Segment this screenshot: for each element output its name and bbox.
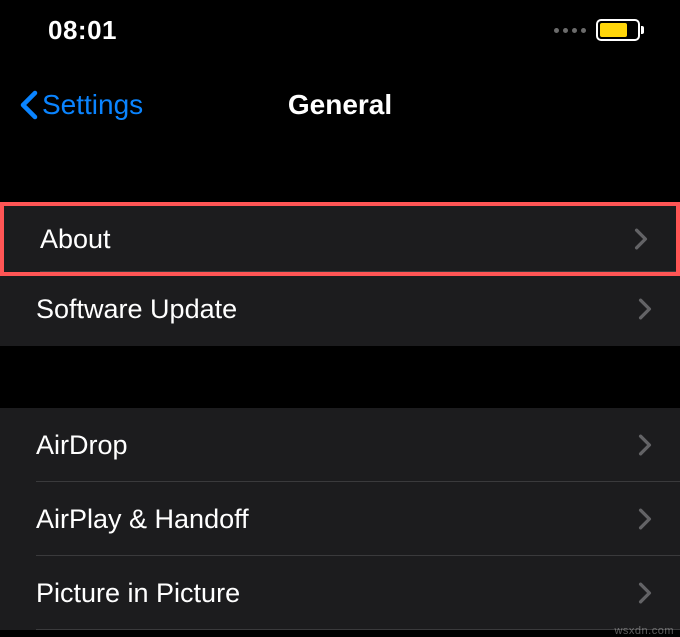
status-right xyxy=(554,19,640,41)
list-group-1: About Software Update xyxy=(0,202,680,346)
watermark: wsxdn.com xyxy=(614,625,674,637)
list-item-airdrop[interactable]: AirDrop xyxy=(0,408,680,482)
list-item-label: Picture in Picture xyxy=(36,578,240,609)
list-item-label: About xyxy=(40,224,111,255)
chevron-right-icon xyxy=(638,434,652,456)
status-time: 08:01 xyxy=(48,15,117,46)
list-item-airplay-handoff[interactable]: AirPlay & Handoff xyxy=(0,482,680,556)
list-item-about[interactable]: About xyxy=(0,202,680,276)
nav-bar: Settings General xyxy=(0,60,680,150)
chevron-right-icon xyxy=(638,298,652,320)
chevron-right-icon xyxy=(638,508,652,530)
signal-dots xyxy=(554,28,586,33)
section-spacer xyxy=(0,346,680,408)
list-item-label: AirDrop xyxy=(36,430,128,461)
back-button[interactable]: Settings xyxy=(20,89,143,121)
list-item-label: Software Update xyxy=(36,294,237,325)
back-label: Settings xyxy=(42,89,143,121)
battery-icon xyxy=(596,19,640,41)
section-spacer xyxy=(0,150,680,206)
list-item-software-update[interactable]: Software Update xyxy=(0,272,680,346)
page-title: General xyxy=(288,89,392,121)
chevron-left-icon xyxy=(20,90,38,120)
list-item-picture-in-picture[interactable]: Picture in Picture xyxy=(0,556,680,630)
chevron-right-icon xyxy=(634,228,648,250)
status-bar: 08:01 xyxy=(0,0,680,60)
list-group-2: AirDrop AirPlay & Handoff Picture in Pic… xyxy=(0,408,680,630)
battery-fill xyxy=(600,23,627,37)
chevron-right-icon xyxy=(638,582,652,604)
list-item-label: AirPlay & Handoff xyxy=(36,504,249,535)
